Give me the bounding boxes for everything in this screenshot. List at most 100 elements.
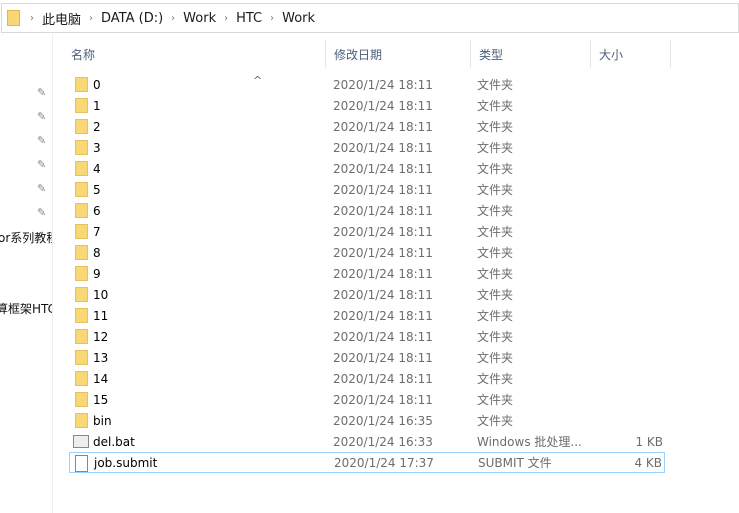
column-header-name[interactable]: 名称 ^ bbox=[63, 40, 326, 87]
file-type: 文件夹 bbox=[477, 351, 514, 365]
file-name: job.submit bbox=[94, 455, 158, 470]
file-row[interactable]: 12 2020/1/24 18:11 文件夹 bbox=[69, 326, 665, 347]
file-row[interactable]: 8 2020/1/24 18:11 文件夹 bbox=[69, 242, 665, 263]
file-type: 文件夹 bbox=[477, 78, 514, 92]
column-label: 修改日期 bbox=[334, 47, 383, 62]
file-name: 5 bbox=[93, 182, 101, 197]
folder-icon bbox=[75, 119, 88, 134]
file-type: 文件夹 bbox=[477, 393, 514, 407]
navigation-pane: ✎ ✎ ✎ ✎ ✎ ✎ or系列教程算框架HTC bbox=[0, 34, 53, 513]
file-type: 文件夹 bbox=[477, 414, 514, 428]
chevron-right-icon[interactable]: › bbox=[171, 13, 175, 24]
file-row[interactable]: bin 2020/1/24 16:35 文件夹 bbox=[69, 410, 665, 431]
file-row[interactable]: 3 2020/1/24 18:11 文件夹 bbox=[69, 137, 665, 158]
file-name: 14 bbox=[93, 371, 109, 386]
file-row[interactable]: 1 2020/1/24 18:11 文件夹 bbox=[69, 95, 665, 116]
folder-icon bbox=[75, 203, 88, 218]
batch-file-icon bbox=[73, 435, 89, 448]
folder-icon bbox=[75, 287, 88, 302]
file-type: 文件夹 bbox=[477, 225, 514, 239]
breadcrumb: › 此电脑 › DATA (D:) › Work › HTC › Work bbox=[22, 4, 315, 32]
file-row[interactable]: 2 2020/1/24 18:11 文件夹 bbox=[69, 116, 665, 137]
nav-item[interactable]: or系列教程 bbox=[0, 229, 52, 246]
file-row[interactable]: 9 2020/1/24 18:11 文件夹 bbox=[69, 263, 665, 284]
file-date: 2020/1/24 18:11 bbox=[333, 203, 433, 218]
file-row[interactable]: 4 2020/1/24 18:11 文件夹 bbox=[69, 158, 665, 179]
file-type: 文件夹 bbox=[477, 267, 514, 281]
file-date: 2020/1/24 18:11 bbox=[333, 371, 433, 386]
file-type: Windows 批处理... bbox=[477, 435, 582, 449]
breadcrumb-item[interactable]: Work bbox=[183, 11, 216, 26]
file-row[interactable]: 14 2020/1/24 18:11 文件夹 bbox=[69, 368, 665, 389]
pin-icon[interactable]: ✎ bbox=[37, 158, 46, 171]
file-type: SUBMIT 文件 bbox=[478, 456, 552, 470]
file-name: 6 bbox=[93, 203, 101, 218]
file-date: 2020/1/24 18:11 bbox=[333, 161, 433, 176]
file-date: 2020/1/24 18:11 bbox=[333, 329, 433, 344]
file-date: 2020/1/24 18:11 bbox=[333, 140, 433, 155]
folder-icon bbox=[75, 329, 88, 344]
file-date: 2020/1/24 18:11 bbox=[333, 224, 433, 239]
nav-item[interactable]: 算框架HTC bbox=[0, 300, 52, 317]
column-label: 大小 bbox=[599, 47, 624, 62]
file-date: 2020/1/24 18:11 bbox=[333, 77, 433, 92]
file-row[interactable]: 15 2020/1/24 18:11 文件夹 bbox=[69, 389, 665, 410]
column-header-date[interactable]: 修改日期 bbox=[326, 40, 471, 68]
breadcrumb-item[interactable]: HTC bbox=[236, 11, 262, 26]
file-type: 文件夹 bbox=[477, 162, 514, 176]
file-date: 2020/1/24 18:11 bbox=[333, 245, 433, 260]
file-date: 2020/1/24 18:11 bbox=[333, 182, 433, 197]
chevron-right-icon[interactable]: › bbox=[89, 13, 93, 24]
file-date: 2020/1/24 18:11 bbox=[333, 350, 433, 365]
file-row[interactable]: del.bat 2020/1/24 16:33 Windows 批处理... 1… bbox=[69, 431, 665, 452]
folder-icon bbox=[75, 392, 88, 407]
chevron-right-icon[interactable]: › bbox=[224, 13, 228, 24]
file-name: 1 bbox=[93, 98, 101, 113]
file-row[interactable]: job.submit 2020/1/24 17:37 SUBMIT 文件 4 K… bbox=[69, 452, 665, 473]
file-row[interactable]: 7 2020/1/24 18:11 文件夹 bbox=[69, 221, 665, 242]
chevron-right-icon[interactable]: › bbox=[30, 13, 34, 24]
file-date: 2020/1/24 18:11 bbox=[333, 287, 433, 302]
file-row[interactable]: 0 2020/1/24 18:11 文件夹 bbox=[69, 74, 665, 95]
file-date: 2020/1/24 18:11 bbox=[333, 266, 433, 281]
folder-icon bbox=[75, 161, 88, 176]
file-icon bbox=[75, 455, 88, 472]
file-name: 13 bbox=[93, 350, 109, 365]
file-name: 10 bbox=[93, 287, 109, 302]
breadcrumb-item[interactable]: Work bbox=[282, 11, 315, 26]
file-name: 0 bbox=[93, 77, 101, 92]
column-header-type[interactable]: 类型 bbox=[471, 40, 591, 68]
pin-icon[interactable]: ✎ bbox=[37, 110, 46, 123]
file-type: 文件夹 bbox=[477, 246, 514, 260]
file-row[interactable]: 13 2020/1/24 18:11 文件夹 bbox=[69, 347, 665, 368]
pin-icon[interactable]: ✎ bbox=[37, 134, 46, 147]
file-name: 4 bbox=[93, 161, 101, 176]
file-type: 文件夹 bbox=[477, 204, 514, 218]
folder-icon bbox=[75, 350, 88, 365]
column-header-size[interactable]: 大小 bbox=[591, 40, 671, 68]
file-date: 2020/1/24 16:35 bbox=[333, 413, 433, 428]
pin-icon[interactable]: ✎ bbox=[37, 86, 46, 99]
file-type: 文件夹 bbox=[477, 288, 514, 302]
file-name: 11 bbox=[93, 308, 109, 323]
address-bar[interactable]: › 此电脑 › DATA (D:) › Work › HTC › Work bbox=[1, 3, 739, 33]
file-row[interactable]: 5 2020/1/24 18:11 文件夹 bbox=[69, 179, 665, 200]
file-name: 7 bbox=[93, 224, 101, 239]
folder-icon bbox=[75, 308, 88, 323]
chevron-right-icon[interactable]: › bbox=[270, 13, 274, 24]
file-name: 2 bbox=[93, 119, 101, 134]
breadcrumb-item[interactable]: DATA (D:) bbox=[101, 11, 163, 26]
file-type: 文件夹 bbox=[477, 141, 514, 155]
pin-icon[interactable]: ✎ bbox=[37, 206, 46, 219]
file-row[interactable]: 6 2020/1/24 18:11 文件夹 bbox=[69, 200, 665, 221]
file-date: 2020/1/24 18:11 bbox=[333, 119, 433, 134]
file-type: 文件夹 bbox=[477, 309, 514, 323]
breadcrumb-item[interactable]: 此电脑 bbox=[42, 9, 81, 28]
pin-icon[interactable]: ✎ bbox=[37, 182, 46, 195]
file-row[interactable]: 10 2020/1/24 18:11 文件夹 bbox=[69, 284, 665, 305]
file-name: del.bat bbox=[93, 434, 135, 449]
file-row[interactable]: 11 2020/1/24 18:11 文件夹 bbox=[69, 305, 665, 326]
file-date: 2020/1/24 18:11 bbox=[333, 392, 433, 407]
file-name: 15 bbox=[93, 392, 109, 407]
file-name: bin bbox=[93, 413, 112, 428]
